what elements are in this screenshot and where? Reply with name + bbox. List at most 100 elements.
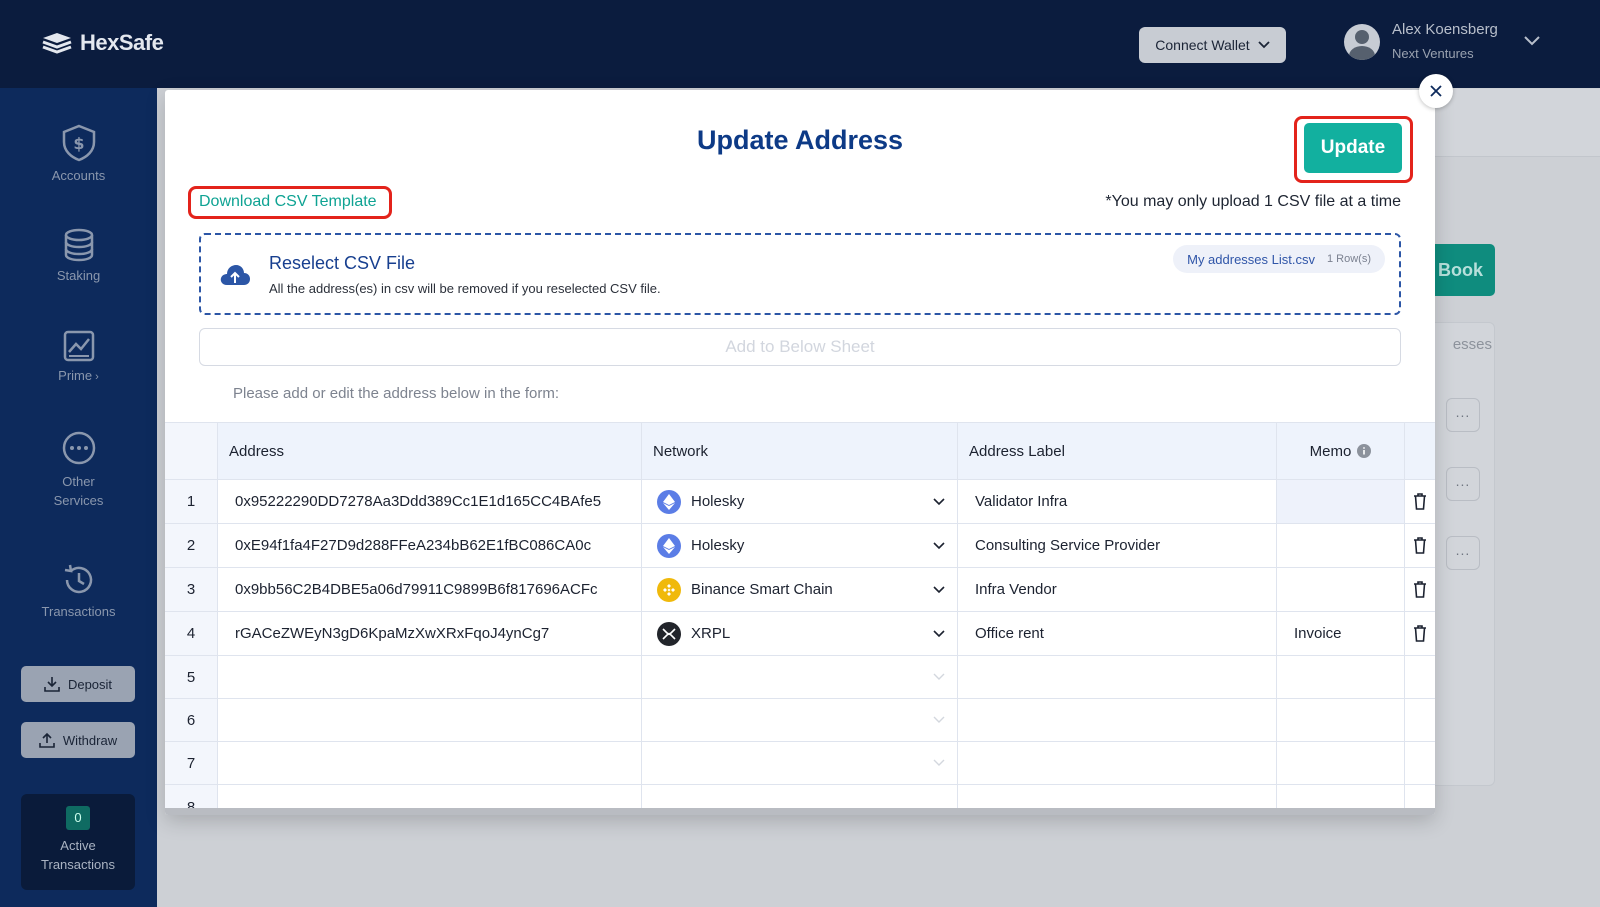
memo-cell[interactable]: Invoice bbox=[1277, 612, 1405, 655]
address-label-cell[interactable]: Office rent bbox=[958, 612, 1277, 655]
table-row: 5 bbox=[165, 656, 1435, 699]
address-cell[interactable]: 0x95222290DD7278Aa3Ddd389Cc1E1d165CC4BAf… bbox=[218, 480, 642, 523]
table-row: 1 0x95222290DD7278Aa3Ddd389Cc1E1d165CC4B… bbox=[165, 480, 1435, 524]
network-select[interactable] bbox=[642, 742, 958, 784]
update-address-modal: Update Address Update Download CSV Templ… bbox=[165, 90, 1435, 815]
row-number: 1 bbox=[165, 480, 218, 523]
network-select[interactable]: Holesky bbox=[642, 480, 958, 523]
memo-cell[interactable] bbox=[1277, 656, 1405, 698]
chevron-down-icon bbox=[933, 673, 945, 680]
memo-cell[interactable] bbox=[1277, 568, 1405, 611]
chevron-down-icon bbox=[1258, 41, 1270, 49]
user-name: Alex Koensberg bbox=[1392, 21, 1498, 38]
row-actions-button: ... bbox=[1446, 467, 1480, 501]
download-icon bbox=[44, 677, 60, 692]
avatar bbox=[1344, 24, 1380, 60]
user-menu-chevron-icon[interactable] bbox=[1524, 36, 1540, 46]
table-row: 3 0x9bb56C2B4DBE5a06d79911C9899B6f817696… bbox=[165, 568, 1435, 612]
sidebar-item-accounts[interactable]: $ Accounts bbox=[0, 124, 157, 183]
sidebar-item-label: Transactions bbox=[41, 604, 116, 619]
upload-note: *You may only upload 1 CSV file at a tim… bbox=[1105, 193, 1401, 210]
row-number: 7 bbox=[165, 742, 218, 784]
trash-icon bbox=[1414, 625, 1426, 642]
memo-cell[interactable] bbox=[1277, 524, 1405, 567]
address-cell[interactable]: 0x9bb56C2B4DBE5a06d79911C9899B6f817696AC… bbox=[218, 568, 642, 611]
active-transactions-panel[interactable]: 0 Active Transactions bbox=[21, 794, 135, 890]
row-actions-button: ... bbox=[1446, 398, 1480, 432]
chevron-down-icon bbox=[933, 585, 945, 593]
delete-row-button[interactable] bbox=[1405, 480, 1435, 523]
connect-wallet-button[interactable]: Connect Wallet bbox=[1139, 27, 1286, 63]
chart-icon bbox=[63, 330, 94, 362]
top-bar: HexSafe Connect Wallet Alex Koensberg Ne… bbox=[0, 0, 1600, 88]
address-column-header: Address bbox=[218, 423, 642, 479]
address-label-cell[interactable] bbox=[958, 742, 1277, 784]
close-icon bbox=[1430, 85, 1442, 97]
network-name: Holesky bbox=[691, 537, 745, 554]
delete-row-button[interactable] bbox=[1405, 612, 1435, 655]
table-row: 6 bbox=[165, 699, 1435, 742]
delete-cell bbox=[1405, 656, 1435, 698]
address-label-cell[interactable] bbox=[958, 699, 1277, 741]
address-cell[interactable]: rGACeZWEyN3gD6KpaMzXwXRxFqoJ4ynCg7 bbox=[218, 612, 642, 655]
update-button[interactable]: Update bbox=[1304, 123, 1402, 173]
history-icon bbox=[64, 564, 92, 594]
trash-icon bbox=[1414, 581, 1426, 598]
network-select[interactable]: XRPL bbox=[642, 612, 958, 655]
form-hint: Please add or edit the address below in … bbox=[233, 385, 560, 402]
address-label-cell[interactable] bbox=[958, 656, 1277, 698]
network-select[interactable]: Binance Smart Chain bbox=[642, 568, 958, 611]
chevron-down-icon bbox=[933, 759, 945, 766]
address-cell[interactable] bbox=[218, 742, 642, 784]
info-icon[interactable] bbox=[1357, 444, 1372, 458]
row-number: 5 bbox=[165, 656, 218, 698]
sidebar-item-other-services[interactable]: Other Services bbox=[0, 430, 157, 510]
reselect-csv-subtitle: All the address(es) in csv will be remov… bbox=[269, 281, 661, 296]
brand-name: HexSafe bbox=[80, 30, 164, 55]
table-header-row: Address Network Address Label Memo bbox=[165, 422, 1435, 480]
memo-cell[interactable] bbox=[1277, 742, 1405, 784]
brand-logo[interactable]: HexSafe bbox=[42, 30, 164, 56]
sidebar-item-transactions[interactable]: Transactions bbox=[0, 562, 157, 619]
svg-text:$: $ bbox=[73, 134, 84, 153]
close-modal-button[interactable] bbox=[1419, 74, 1453, 108]
delete-row-button[interactable] bbox=[1405, 568, 1435, 611]
row-number: 4 bbox=[165, 612, 218, 655]
memo-cell[interactable] bbox=[1277, 699, 1405, 741]
address-label-cell[interactable]: Infra Vendor bbox=[958, 568, 1277, 611]
sidebar-item-label: Prime bbox=[58, 368, 93, 383]
csv-upload-dropzone[interactable]: Reselect CSV File All the address(es) in… bbox=[199, 233, 1401, 315]
address-cell[interactable] bbox=[218, 656, 642, 698]
network-select[interactable] bbox=[642, 656, 958, 698]
chevron-down-icon bbox=[933, 541, 945, 549]
user-organization: Next Ventures bbox=[1392, 46, 1474, 61]
reselect-csv-title[interactable]: Reselect CSV File bbox=[269, 253, 415, 274]
withdraw-label: Withdraw bbox=[62, 732, 118, 748]
sidebar-item-staking[interactable]: Staking bbox=[0, 228, 157, 283]
delete-row-button[interactable] bbox=[1405, 524, 1435, 567]
address-label-cell[interactable]: Validator Infra bbox=[958, 480, 1277, 523]
modal-title: Update Address bbox=[696, 125, 904, 155]
table-row: 7 bbox=[165, 742, 1435, 785]
withdraw-button[interactable]: Withdraw bbox=[21, 722, 135, 758]
deposit-button[interactable]: Deposit bbox=[21, 666, 135, 702]
hexsafe-logo-icon bbox=[42, 33, 72, 54]
address-label-cell[interactable]: Consulting Service Provider bbox=[958, 524, 1277, 567]
network-name: XRPL bbox=[691, 625, 731, 642]
memo-cell[interactable] bbox=[1277, 480, 1405, 523]
network-column-header: Network bbox=[642, 423, 958, 479]
download-csv-template-link[interactable]: Download CSV Template bbox=[199, 193, 377, 211]
add-to-below-sheet-button[interactable]: Add to Below Sheet bbox=[199, 328, 1401, 366]
chevron-down-icon bbox=[933, 497, 945, 505]
address-cell[interactable]: 0xE94f1fa4F27D9d288FFeA234bB62E1fBC086CA… bbox=[218, 524, 642, 567]
more-icon bbox=[62, 431, 95, 465]
horizontal-scrollbar[interactable] bbox=[165, 808, 1435, 815]
user-menu[interactable]: Alex Koensberg Next Ventures bbox=[1344, 20, 1498, 64]
network-select[interactable]: Holesky bbox=[642, 524, 958, 567]
delete-column-header bbox=[1405, 423, 1435, 479]
sidebar-item-prime[interactable]: Prime › bbox=[0, 330, 157, 383]
network-select[interactable] bbox=[642, 699, 958, 741]
cloud-upload-icon bbox=[220, 265, 250, 285]
address-cell[interactable] bbox=[218, 699, 642, 741]
sidebar-item-label: Staking bbox=[56, 268, 101, 283]
